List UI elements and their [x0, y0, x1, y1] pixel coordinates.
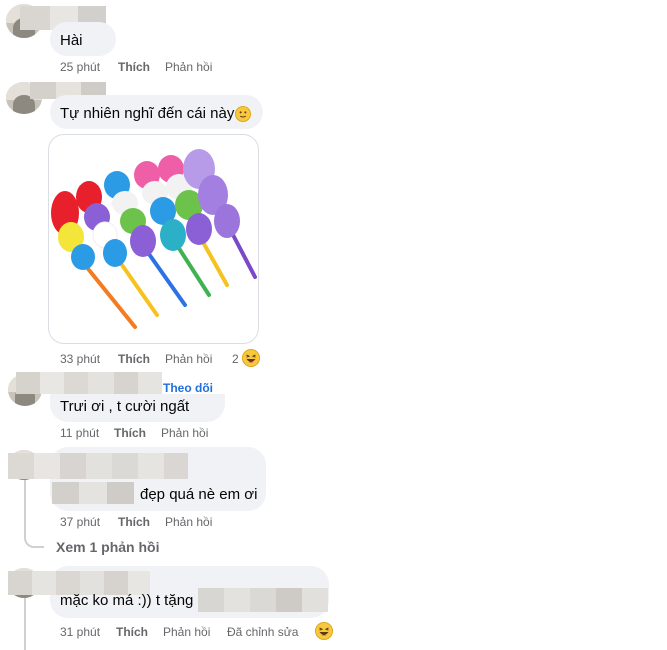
like-button[interactable]: Thích	[118, 60, 150, 74]
like-button[interactable]: Thích	[116, 625, 148, 639]
comment-time[interactable]: 33 phút	[60, 352, 100, 366]
comment-text: Trưi ơi , t cười ngất	[60, 398, 190, 415]
comment-text: Hài	[60, 32, 83, 49]
reaction-count[interactable]: 2	[232, 352, 239, 366]
comment-time[interactable]: 25 phút	[60, 60, 100, 74]
like-button[interactable]: Thích	[114, 426, 146, 440]
comment-time[interactable]: 37 phút	[60, 515, 100, 529]
reply-button[interactable]: Phản hồi	[165, 60, 212, 74]
comment-text: mặc ko má :)) t tặng l	[60, 592, 201, 609]
feather-duster-image[interactable]	[48, 134, 259, 344]
haha-reaction-icon[interactable]	[242, 349, 260, 367]
reply-button[interactable]: Phản hồi	[165, 352, 212, 366]
commenter-name-blurred[interactable]	[16, 372, 162, 394]
comment-text: đẹp quá nè em ơi	[140, 486, 258, 503]
comment-time[interactable]: 11 phút	[60, 426, 99, 440]
reply-button[interactable]: Phản hồi	[165, 515, 212, 529]
reply-button[interactable]: Phản hồi	[161, 426, 208, 440]
commenter-name-blurred[interactable]	[8, 453, 188, 479]
thread-line	[24, 598, 26, 650]
comment-text: Tự nhiên nghĩ đến cái này	[60, 105, 235, 122]
like-button[interactable]: Thích	[118, 515, 150, 529]
reply-button[interactable]: Phản hồi	[163, 625, 210, 639]
like-button[interactable]: Thích	[118, 352, 150, 366]
view-replies-link[interactable]: Xem 1 phản hồi	[56, 539, 159, 555]
edited-label: Đã chỉnh sửa	[227, 625, 299, 639]
tagged-name-blurred[interactable]	[52, 482, 134, 504]
comment-time[interactable]: 31 phút	[60, 625, 100, 639]
follow-button[interactable]: Theo dõi	[163, 381, 213, 395]
slightly-smiling-emoji-icon	[235, 106, 251, 122]
haha-reaction-icon[interactable]	[315, 622, 333, 640]
thread-line	[24, 474, 44, 548]
tagged-name-blurred[interactable]	[198, 588, 328, 612]
